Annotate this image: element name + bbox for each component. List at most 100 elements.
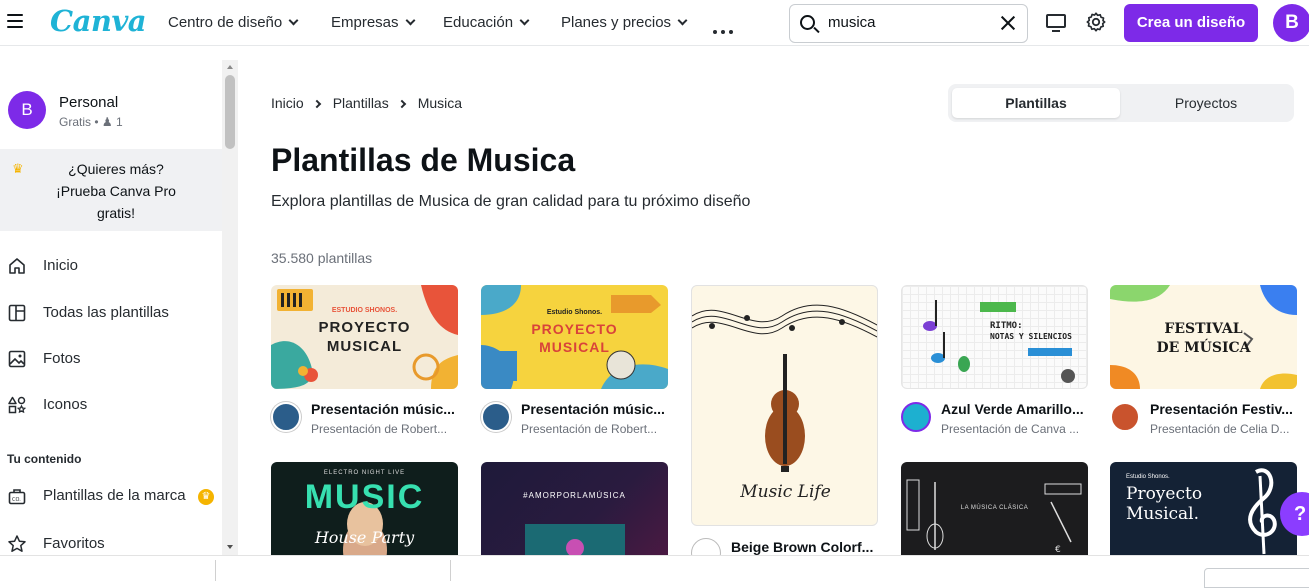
clear-search-icon[interactable] [999, 14, 1017, 32]
thumbnail-graphic [271, 285, 458, 389]
template-card[interactable]: ELECTRO NIGHT LIVE MUSIC House Party [271, 462, 458, 555]
profile-avatar[interactable]: B [8, 91, 46, 129]
scrollbar-thumb[interactable] [225, 75, 235, 149]
sidebar-item-plantillas-de-la-marca[interactable]: CO. Plantillas de la marca ♛ [0, 477, 222, 517]
avatar[interactable]: B [1273, 4, 1309, 42]
nav-educacion[interactable]: Educación [443, 14, 530, 31]
template-thumbnail[interactable]: Estudio Shonos. PROYECTO MUSICAL [481, 285, 668, 389]
thumbnail-text: LA MÚSICA CLÁSICA [960, 505, 1029, 511]
template-card[interactable]: Estudio Shonos. PROYECTO MUSICAL Present… [481, 285, 668, 440]
template-card[interactable]: € LA MÚSICA CLÁSICA [901, 462, 1088, 555]
promo-line: gratis! [96, 205, 136, 221]
template-card[interactable]: RITMO: NOTAS Y SILENCIOS Azul Verde Amar… [901, 285, 1088, 440]
promo-text: ¿Quieres más? ¡Prueba Canva Pro gratis! [38, 158, 194, 224]
chevron-right-icon [397, 99, 406, 109]
thumbnail-text: Musical. [1126, 504, 1200, 524]
nav-label: Planes y precios [561, 14, 672, 31]
bottom-bar [0, 555, 1309, 588]
template-card[interactable]: Estudio Shonos. Proyecto Musical. [1110, 462, 1297, 555]
photo-icon [8, 350, 26, 368]
chevron-down-icon [405, 15, 415, 26]
svg-text:€: € [1055, 545, 1061, 555]
desktop-app-icon[interactable] [1046, 14, 1066, 32]
crown-icon: ♛ [12, 161, 24, 176]
card-title: Presentación músic... [311, 401, 455, 417]
tab-proyectos[interactable]: Proyectos [1122, 88, 1290, 118]
templates-icon [8, 304, 26, 322]
search-icon [800, 15, 815, 30]
template-thumbnail[interactable]: € LA MÚSICA CLÁSICA [901, 462, 1088, 555]
sidebar-item-label: Favoritos [43, 535, 105, 552]
sidebar-scrollbar[interactable] [222, 60, 238, 555]
home-icon [9, 258, 25, 274]
sidebar-item-inicio[interactable]: Inicio [0, 247, 222, 287]
chevron-down-icon [288, 15, 299, 26]
card-title: Azul Verde Amarillo... [941, 401, 1084, 417]
tab-plantillas[interactable]: Plantillas [952, 88, 1120, 118]
nav-planes-y-precios[interactable]: Planes y precios [561, 14, 688, 31]
tabs: Plantillas Proyectos [948, 84, 1294, 122]
section-title: Tu contenido [7, 452, 82, 466]
thumbnail-text: NOTAS Y SILENCIOS [990, 332, 1072, 341]
template-thumbnail[interactable]: ESTUDIO SHONOS. PROYECTO MUSICAL [271, 285, 458, 389]
sidebar-item-label: Todas las plantillas [43, 304, 169, 321]
gear-icon[interactable] [1085, 11, 1107, 33]
sidebar-item-fotos[interactable]: Fotos [0, 340, 222, 380]
search-input[interactable] [828, 14, 988, 31]
profile-name[interactable]: Personal [59, 94, 118, 111]
bottom-tab[interactable] [1204, 568, 1309, 588]
breadcrumb-item-musica: Musica [417, 95, 463, 111]
card-title: Beige Brown Colorf... [731, 539, 874, 555]
chevron-down-icon [677, 15, 688, 26]
template-thumbnail[interactable]: Music Life [691, 285, 878, 526]
author-avatar [1110, 402, 1140, 432]
canva-logo[interactable]: Canva [50, 4, 147, 38]
thumbnail-text: ESTUDIO SHONOS. [331, 307, 398, 314]
thumbnail-graphic [1110, 285, 1297, 389]
card-subtitle: Presentación de Robert... [521, 422, 658, 436]
sidebar-item-label: Fotos [43, 350, 81, 367]
thumbnail-text: #AMORPORLAMÚSICA [523, 491, 626, 500]
breadcrumb: Inicio Plantillas Musica [271, 95, 462, 111]
more-icon[interactable] [713, 21, 737, 39]
template-thumbnail[interactable]: #AMORPORLAMÚSICA [481, 462, 668, 555]
template-count: 35.580 plantillas [271, 250, 373, 266]
sidebar-item-iconos[interactable]: Iconos [0, 386, 222, 426]
people-icon: ♟ [101, 115, 113, 129]
chevron-right-icon [312, 99, 321, 109]
scroll-up-icon[interactable] [227, 65, 233, 69]
thumbnail-text: DE MÚSICA [1156, 340, 1251, 356]
sidebar-item-todas-las-plantillas[interactable]: Todas las plantillas [0, 294, 222, 334]
nav-empresas[interactable]: Empresas [331, 14, 415, 31]
chevron-down-icon [519, 15, 530, 26]
profile-plan: Gratis • ♟ 1 [59, 115, 123, 129]
template-thumbnail[interactable]: RITMO: NOTAS Y SILENCIOS [901, 285, 1088, 389]
card-title: Presentación Festiv... [1150, 401, 1293, 417]
template-card[interactable]: FESTIVAL DE MÚSICA Presentación Festiv..… [1110, 285, 1297, 440]
thumbnail-text: FESTIVAL [1164, 321, 1243, 337]
member-count: 1 [116, 115, 123, 129]
svg-text:CO.: CO. [12, 497, 21, 503]
template-card[interactable]: Music Life Beige Brown Colorf... [691, 285, 878, 568]
create-design-button[interactable]: Crea un diseño [1124, 4, 1258, 42]
breadcrumb-item-plantillas[interactable]: Plantillas [333, 95, 389, 111]
star-icon [8, 535, 26, 552]
divider [215, 560, 216, 581]
breadcrumb-item-inicio[interactable]: Inicio [271, 95, 304, 111]
thumbnail-text: Proyecto [1126, 484, 1203, 504]
scroll-down-icon[interactable] [227, 545, 233, 549]
sidebar-item-label: Inicio [43, 257, 79, 274]
top-bar: Canva Centro de diseño Empresas Educació… [0, 0, 1309, 46]
template-thumbnail[interactable]: FESTIVAL DE MÚSICA [1110, 285, 1297, 389]
template-thumbnail[interactable]: ELECTRO NIGHT LIVE MUSIC House Party [271, 462, 458, 555]
template-thumbnail[interactable]: Estudio Shonos. Proyecto Musical. [1110, 462, 1297, 555]
template-card[interactable]: ESTUDIO SHONOS. PROYECTO MUSICAL Present… [271, 285, 458, 440]
menu-icon[interactable] [7, 14, 23, 28]
card-subtitle: Presentación de Canva ... [941, 422, 1080, 436]
pro-promo-banner[interactable]: ♛ ¿Quieres más? ¡Prueba Canva Pro gratis… [0, 149, 222, 231]
nav-centro-de-diseno[interactable]: Centro de diseño [168, 14, 299, 31]
search-box[interactable] [789, 4, 1028, 43]
template-card[interactable]: #AMORPORLAMÚSICA [481, 462, 668, 555]
author-avatar [901, 402, 931, 432]
thumbnail-text: House Party [314, 528, 415, 547]
